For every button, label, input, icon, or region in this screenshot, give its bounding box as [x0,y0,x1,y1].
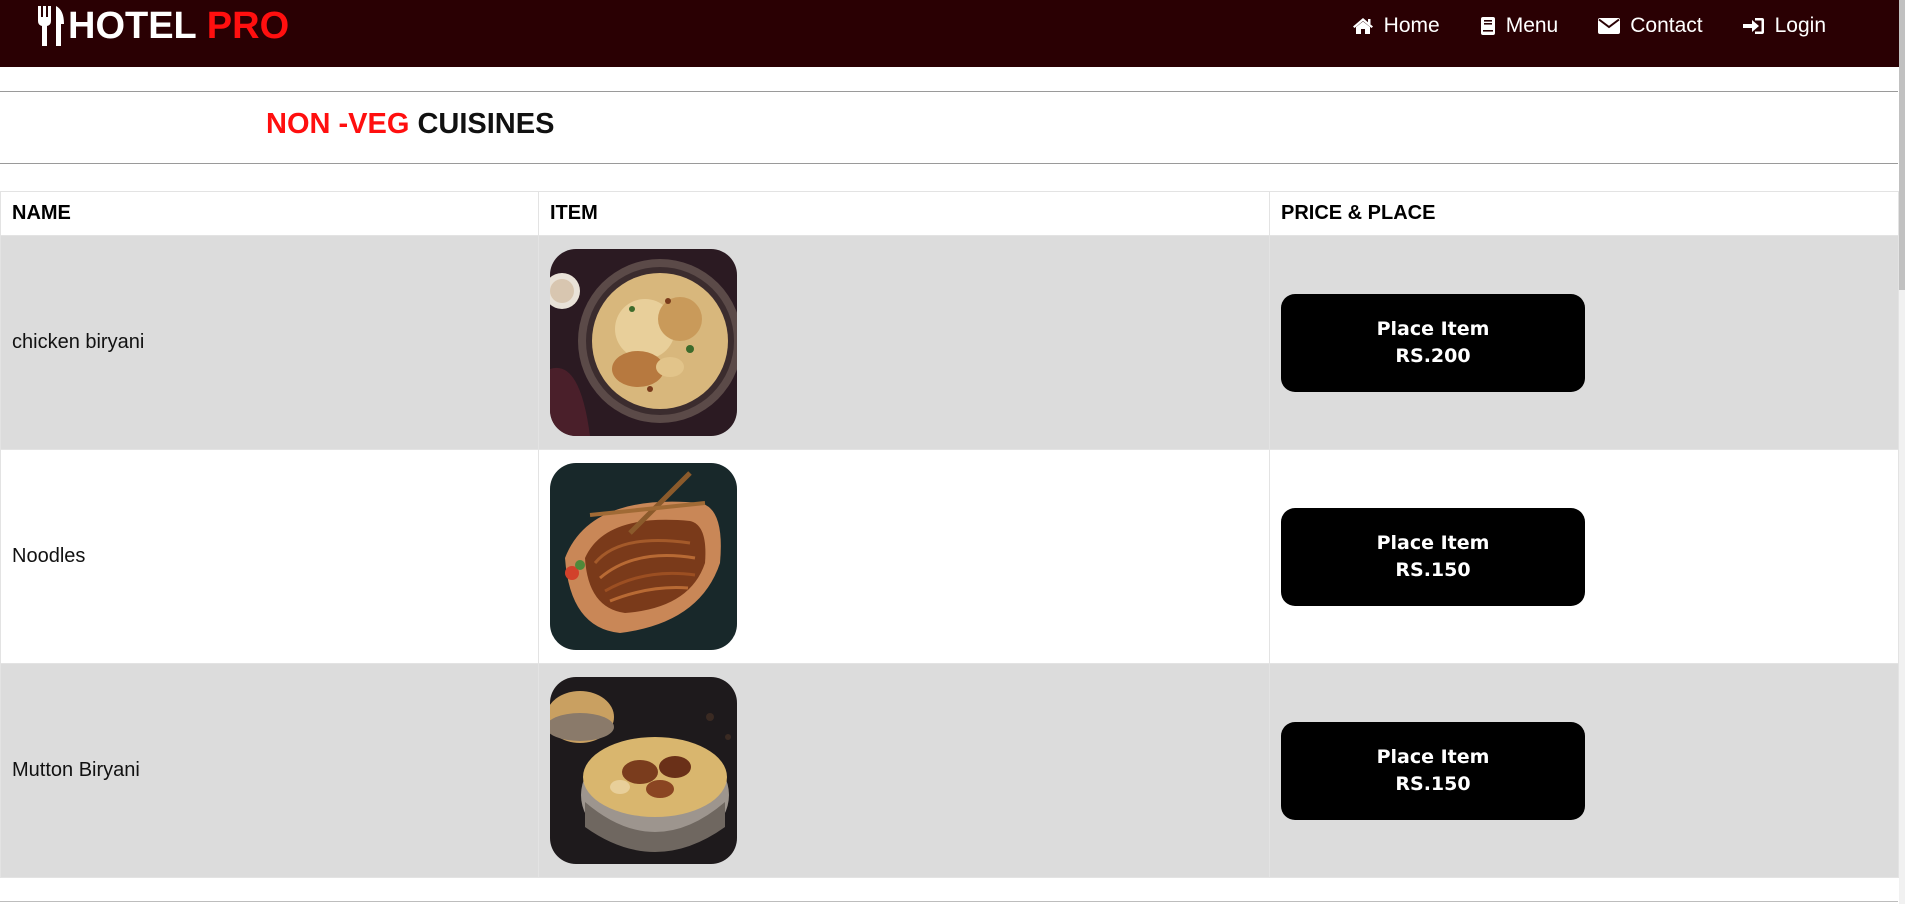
place-item-label: Place Item [1376,745,1490,768]
place-item-label: Place Item [1376,531,1490,554]
column-header-name: NAME [0,191,539,236]
item-price: RS.150 [1395,772,1471,795]
nav-login-label: Login [1774,14,1826,37]
chicken-biryani-image [550,249,737,436]
item-image-cell [538,663,1270,878]
nav-links: Home Menu Contact Login [1312,12,1826,40]
sign-in-icon [1742,17,1765,35]
place-item-button[interactable]: Place Item RS.150 [1281,721,1585,820]
column-header-item: ITEM [538,191,1270,236]
nav-contact-link[interactable]: Contact [1598,14,1703,38]
nav-contact-label: Contact [1630,14,1703,37]
home-icon [1352,17,1374,35]
price-cell: Place Item RS.200 [1269,235,1899,450]
place-item-button[interactable]: Place Item RS.150 [1281,507,1585,606]
book-icon [1480,16,1496,36]
nav-home-link[interactable]: Home [1352,14,1440,38]
scrollbar-thumb[interactable] [1899,0,1905,290]
envelope-icon [1598,18,1621,34]
item-name: Noodles [0,449,539,664]
scrollbar[interactable] [1899,0,1905,904]
column-header-price: PRICE & PLACE [1269,191,1899,236]
menu-table: NAME ITEM PRICE & PLACE chicken biryani [0,191,1899,878]
nav-menu-label: Menu [1505,14,1559,37]
divider-bottom [0,163,1898,164]
navbar: HOTEL PRO Home Menu Contact Login [0,0,1900,67]
item-name: chicken biryani [0,235,539,450]
item-image-cell [538,449,1270,664]
page: HOTEL PRO Home Menu Contact Login NON -V… [0,0,1905,904]
divider-top [0,91,1898,92]
nav-login-link[interactable]: Login [1742,14,1826,38]
section-title: NON -VEG CUISINES [266,108,554,141]
item-price: RS.150 [1395,558,1471,581]
table-row: Mutton Biryani Place Item RS.150 [0,663,1899,878]
item-name: Mutton Biryani [0,663,539,878]
table-header-row: NAME ITEM PRICE & PLACE [0,191,1899,236]
place-item-label: Place Item [1376,317,1490,340]
price-cell: Place Item RS.150 [1269,449,1899,664]
section-title-highlight: NON -VEG [266,108,410,140]
item-image-cell [538,235,1270,450]
nav-menu-link[interactable]: Menu [1480,14,1559,38]
noodles-image [550,463,737,650]
price-cell: Place Item RS.150 [1269,663,1899,878]
section-title-rest: CUISINES [417,108,555,140]
brand-accent: PRO [206,4,290,47]
table-row: Noodles Place Item RS.150 [0,449,1899,664]
table-row: chicken biryani Place Item RS.200 [0,235,1899,450]
nav-home-label: Home [1383,14,1440,37]
brand-logo[interactable]: HOTEL PRO [36,4,289,48]
divider-footer [0,901,1898,902]
item-price: RS.200 [1395,344,1471,367]
mutton-biryani-image [550,677,737,864]
place-item-button[interactable]: Place Item RS.200 [1281,293,1585,392]
utensils-icon [38,6,64,46]
brand-name: HOTEL [68,4,197,47]
